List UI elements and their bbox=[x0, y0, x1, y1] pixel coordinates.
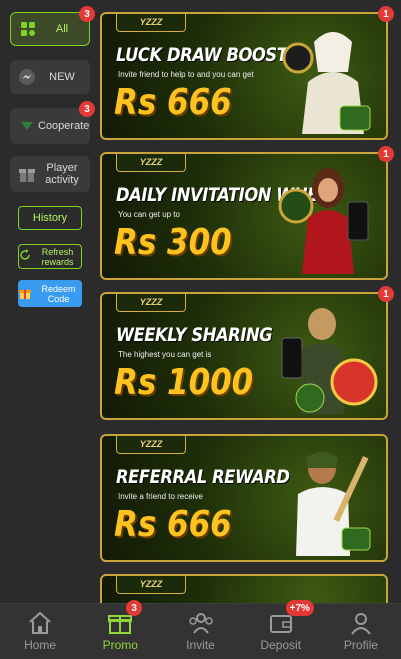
category-label: All bbox=[55, 23, 69, 35]
category-new[interactable]: NEW bbox=[10, 60, 90, 94]
category-label: NEW bbox=[49, 71, 75, 83]
brand-tag: YZZZ bbox=[116, 14, 186, 32]
banner-subtitle: Invite a friend to receive bbox=[118, 492, 203, 501]
banner-amount: Rs 666 bbox=[114, 504, 232, 545]
messenger-icon bbox=[16, 66, 38, 88]
nav-label: Deposit bbox=[260, 638, 302, 652]
promo-banner-luck-draw-boost[interactable]: YZZZ LUCK DRAW BOOST Invite friend to he… bbox=[100, 12, 388, 140]
promo-banner-daily-invitation-wheel[interactable]: YZZZ DAILY INVITATION WHEEL You can get … bbox=[100, 152, 388, 280]
nav-deposit[interactable]: Deposit +7% bbox=[241, 600, 321, 659]
nav-badge: +7% bbox=[285, 600, 314, 616]
chevron-down-icon bbox=[16, 115, 38, 137]
banner-subtitle: The highest you can get is bbox=[118, 350, 212, 359]
nav-profile[interactable]: Profile bbox=[321, 604, 401, 659]
gift-icon bbox=[16, 163, 38, 185]
promo-character-illustration bbox=[296, 452, 371, 556]
banner-subtitle: You can get up to bbox=[118, 210, 180, 219]
category-all[interactable]: All bbox=[10, 12, 90, 46]
nav-badge: 3 bbox=[126, 600, 143, 616]
nav-label: Promo bbox=[102, 638, 138, 652]
redeem-code-button[interactable]: Redeem Code bbox=[18, 280, 82, 307]
brand-tag: YZZZ bbox=[116, 294, 186, 312]
promo-character-illustration bbox=[278, 168, 369, 274]
grid-icon bbox=[17, 18, 39, 40]
history-button[interactable]: History bbox=[18, 206, 82, 230]
banner-title: LUCK DRAW BOOST bbox=[116, 44, 288, 66]
nav-home[interactable]: Home bbox=[0, 604, 80, 659]
sidebar: All 3 NEW Cooperate 3 Player activity Hi… bbox=[0, 0, 98, 603]
refresh-rewards-label: Refresh rewards bbox=[41, 246, 74, 267]
category-label: Player activity bbox=[45, 162, 79, 186]
banner-title: REFERRAL REWARD bbox=[116, 466, 290, 488]
redeem-gift-icon bbox=[18, 286, 32, 302]
nav-label: Home bbox=[24, 638, 57, 652]
refresh-rewards-button[interactable]: Refresh rewards bbox=[18, 244, 82, 269]
promo-character-illustration bbox=[281, 308, 378, 414]
banner-subtitle: Invite friend to help to and you can get bbox=[118, 70, 254, 79]
brand-tag: YZZZ bbox=[116, 436, 186, 454]
promo-character-illustration bbox=[282, 32, 371, 134]
category-badge: 3 bbox=[79, 101, 95, 117]
invite-icon bbox=[188, 613, 213, 634]
banner-title: WEEKLY SHARING bbox=[116, 324, 273, 346]
category-player-activity[interactable]: Player activity bbox=[10, 156, 90, 192]
nav-label: Invite bbox=[186, 638, 215, 652]
nav-invite[interactable]: Invite bbox=[160, 604, 240, 659]
profile-icon bbox=[351, 613, 371, 635]
banner-badge: 1 bbox=[378, 6, 394, 22]
nav-label: Profile bbox=[343, 638, 378, 652]
brand-tag: YZZZ bbox=[116, 154, 186, 172]
refresh-icon bbox=[19, 249, 31, 264]
banner-badge: 1 bbox=[378, 286, 394, 302]
nav-promo[interactable]: Promo 3 bbox=[80, 600, 160, 659]
category-badge: 3 bbox=[79, 6, 95, 22]
category-label: Cooperate bbox=[38, 120, 90, 132]
home-icon bbox=[29, 611, 51, 634]
promo-banner-referral-reward[interactable]: YZZZ REFERRAL REWARD Invite a friend to … bbox=[100, 434, 388, 562]
banner-amount: Rs 666 bbox=[114, 82, 232, 123]
category-cooperate[interactable]: Cooperate bbox=[10, 108, 90, 144]
brand-tag: YZZZ bbox=[116, 576, 186, 594]
redeem-code-label: Redeem Code bbox=[41, 283, 76, 304]
banner-badge: 1 bbox=[378, 146, 394, 162]
banner-amount: Rs 300 bbox=[114, 222, 232, 263]
promo-banner-weekly-sharing[interactable]: YZZZ WEEKLY SHARING The highest you can … bbox=[100, 292, 388, 420]
bottom-nav: Home Promo 3 Invite Deposit +7% Profile bbox=[0, 600, 401, 659]
banner-amount: Rs 1000 bbox=[114, 362, 254, 403]
